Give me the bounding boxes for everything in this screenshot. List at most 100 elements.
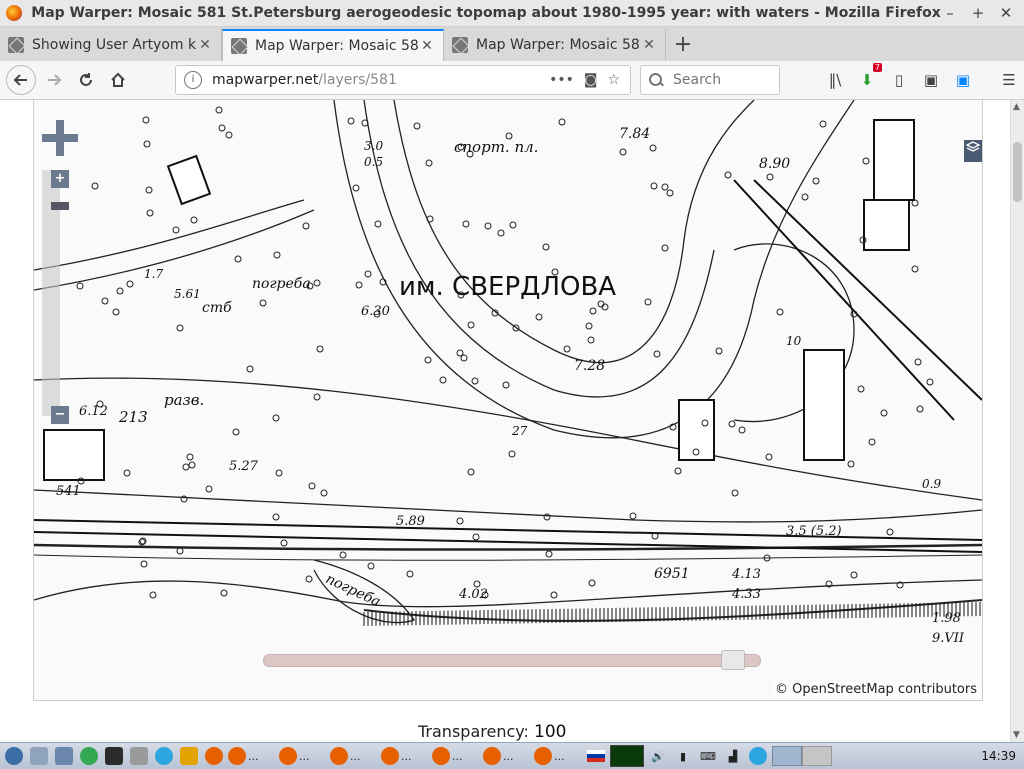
network-icon[interactable]: ▟ [722,745,744,767]
taskbar-window-2[interactable]: ... [279,745,327,767]
transparency-slider[interactable] [263,650,761,670]
weather-icon[interactable] [747,745,769,767]
minimize-button[interactable]: – [942,4,958,22]
forward-button[interactable] [40,66,68,94]
layer-switcher-button[interactable] [964,140,982,162]
page-scrollbar[interactable]: ▲ ▼ [1010,100,1024,742]
download-icon[interactable]: ⬇ 7 [856,63,882,91]
map-label: 4.33 [731,587,761,602]
taskbar-window-6[interactable]: ... [483,745,531,767]
desktop-taskbar: ... ... ... ... ... ... ... 🔊 ▮ ⌨ ▟ 14:3… [0,742,1024,769]
pan-horizontal-icon [42,134,78,142]
clock[interactable]: 14:39 [981,749,1016,763]
map-label: 3.0 [364,139,383,153]
battery-icon[interactable]: ▮ [672,745,694,767]
page-content: им. СВЕРДЛОВА спорт. пл. погреба погреба… [0,100,1010,742]
tab-close-icon[interactable]: ✕ [419,38,435,54]
transparency-label: Transparency: [418,722,529,741]
map-label: спорт. пл. [454,138,538,156]
reload-icon [80,73,92,86]
sidebar-icon[interactable]: ▯ [888,69,910,91]
volume-icon[interactable]: 🔊 [647,745,669,767]
tab-label: Showing User Artyom kr [32,37,197,53]
toolbar-icons: ‖\ ⬇ 7 ▯ ▣ ▣ ☰ [824,63,1020,91]
reload-button[interactable] [72,66,100,94]
map-label: 5.89 [396,514,425,529]
taskbar-window-1[interactable]: ... [228,745,276,767]
tab-close-icon[interactable]: ✕ [641,37,657,53]
keyboard-layout-flag-icon[interactable] [585,745,607,767]
zoom-out-button[interactable]: − [51,406,69,424]
scroll-up-icon[interactable]: ▲ [1013,102,1020,112]
keyboard-icon[interactable]: ⌨ [697,745,719,767]
search-box[interactable] [640,65,780,95]
url-text[interactable]: mapwarper.net/layers/581 [212,72,549,88]
maximize-button[interactable]: + [970,4,986,22]
taskbar-window-7[interactable]: ... [534,745,582,767]
search-input[interactable] [671,71,765,89]
map-label: 4.02 [458,587,488,602]
navigation-toolbar: i mapwarper.net/layers/581 ••• ◙ ☆ ‖\ ⬇7… [0,61,1024,100]
home-button[interactable] [104,66,132,94]
pocket-icon[interactable]: ◙ [584,72,598,88]
map-viewport[interactable]: им. СВЕРДЛОВА спорт. пл. погреба погреба… [33,100,983,701]
firefox-launcher-icon[interactable] [203,745,225,767]
url-bar[interactable]: i mapwarper.net/layers/581 ••• ◙ ☆ [175,65,631,95]
search-icon [649,73,663,87]
tab-label: Map Warper: Mosaic 581 [476,37,641,53]
telegram-icon[interactable] [153,745,175,767]
tab-mosaic-581[interactable]: Map Warper: Mosaic 581 ✕ [444,29,666,61]
scroll-thumb[interactable] [1013,142,1022,202]
file-manager-icon[interactable] [53,745,75,767]
workspace-switcher[interactable] [772,745,832,767]
taskbar-window-label: ... [401,749,412,763]
window-controls: – + ✕ [942,4,1014,22]
taskbar-window-label: ... [503,749,514,763]
zoom-in-button[interactable]: + [51,170,69,188]
firefox-icon [6,5,22,21]
map-label: 0.9 [922,477,941,491]
topographic-map-image[interactable]: им. СВЕРДЛОВА спорт. пл. погреба погреба… [34,100,982,700]
map-label: 1.7 [144,267,163,281]
map-label: 6.30 [361,304,390,319]
mapwarper-favicon-icon [231,38,247,54]
map-label: 6.12 [79,404,108,419]
chrome-icon[interactable] [78,745,100,767]
zoom-slider-handle[interactable] [51,202,69,210]
layers-icon [965,141,981,152]
bookmark-star-icon[interactable]: ☆ [607,72,620,88]
taskbar-window-5[interactable]: ... [432,745,480,767]
scroll-down-icon[interactable]: ▼ [1013,730,1020,740]
pan-control[interactable] [42,120,78,156]
tab-close-icon[interactable]: ✕ [197,37,213,53]
library-icon[interactable]: ‖\ [824,69,846,91]
show-desktop-icon[interactable] [28,745,50,767]
back-button[interactable] [6,65,36,95]
terminal-icon[interactable] [103,745,125,767]
taskbar-window-3[interactable]: ... [330,745,378,767]
map-label: 3.5 (5.2) [786,524,842,539]
url-host: mapwarper.net [212,72,319,88]
osm-attribution[interactable]: © OpenStreetMap contributors [773,682,979,697]
tools-icon[interactable] [178,745,200,767]
taskbar-window-label: ... [554,749,565,763]
tab-mosaic-581-active[interactable]: Map Warper: Mosaic 581 ✕ [222,29,444,61]
page-actions-icon[interactable]: ••• [549,72,574,88]
taskbar-window-label: ... [299,749,310,763]
site-info-icon[interactable]: i [184,71,202,89]
new-tab-button[interactable]: + [666,29,700,61]
settings-icon[interactable] [128,745,150,767]
save-icon[interactable]: ▣ [952,69,974,91]
slider-track[interactable] [263,654,761,667]
start-menu-icon[interactable] [3,745,25,767]
map-label: 10 [786,334,802,348]
taskbar-window-4[interactable]: ... [381,745,429,767]
map-label: 4.13 [731,567,761,582]
map-label: 8.90 [759,156,790,172]
screenshot-icon[interactable]: ▣ [920,69,942,91]
tab-showing-user[interactable]: Showing User Artyom kr ✕ [0,29,222,61]
close-window-button[interactable]: ✕ [998,4,1014,22]
slider-handle[interactable] [721,650,745,670]
menu-icon[interactable]: ☰ [998,69,1020,91]
map-label-park-name: им. СВЕРДЛОВА [399,272,616,302]
